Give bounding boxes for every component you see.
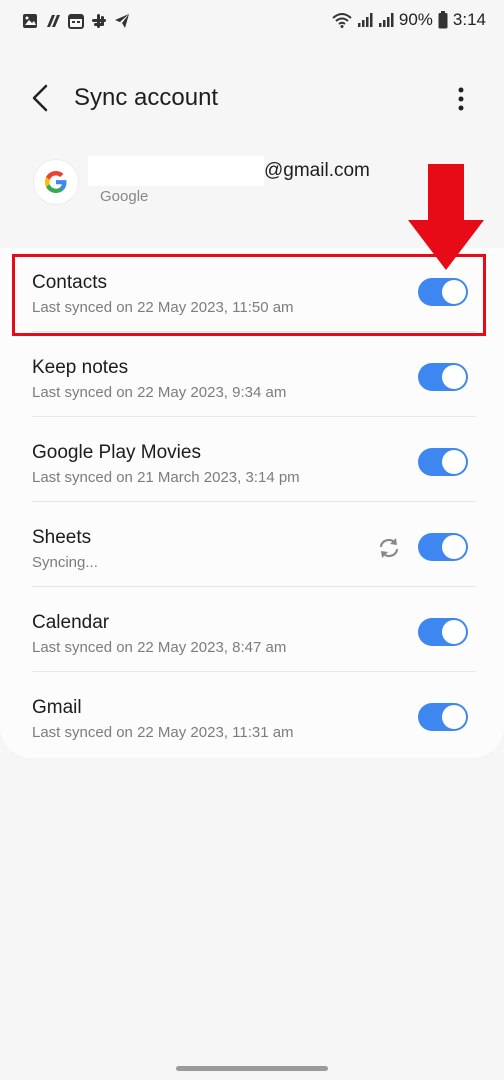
sync-item-gmail[interactable]: Gmail Last synced on 22 May 2023, 11:31 … [0, 673, 504, 757]
signal-icon-2 [378, 12, 394, 28]
clock: 3:14 [452, 10, 486, 29]
sync-item-keep-notes[interactable]: Keep notes Last synced on 22 May 2023, 9… [0, 333, 504, 417]
more-vert-icon [458, 87, 464, 111]
telegram-icon [114, 13, 130, 29]
status-bar: 90% 3:14 [0, 0, 504, 46]
syncing-icon [376, 535, 402, 561]
sync-item-status: Last synced on 22 May 2023, 9:34 am [32, 384, 287, 401]
redacted-email-local-part [88, 156, 264, 186]
calendar-icon [68, 13, 84, 29]
sync-item-name: Keep notes [32, 357, 129, 378]
annotation-arrow-icon [408, 164, 484, 270]
sync-item-sheets[interactable]: Sheets Syncing... [0, 503, 504, 587]
back-arrow-icon [32, 84, 48, 112]
google-play-movies-sync-toggle[interactable] [418, 448, 468, 476]
account-email: @gmail.com [264, 160, 370, 181]
toggle-knob [442, 365, 466, 389]
sync-item-calendar[interactable]: Calendar Last synced on 22 May 2023, 8:4… [0, 588, 504, 672]
toggle-knob [442, 450, 466, 474]
keep-notes-sync-toggle[interactable] [418, 363, 468, 391]
calendar-sync-toggle[interactable] [418, 618, 468, 646]
sync-item-name: Sheets [32, 527, 92, 548]
sync-item-name: Calendar [32, 612, 110, 633]
gallery-icon [22, 13, 38, 29]
wifi-icon [332, 12, 352, 28]
app-icon [45, 13, 61, 29]
divider [32, 501, 476, 502]
sync-item-google-play-movies[interactable]: Google Play Movies Last synced on 21 Mar… [0, 418, 504, 502]
toggle-knob [442, 620, 466, 644]
sync-item-name: Google Play Movies [32, 442, 201, 463]
divider [32, 671, 476, 672]
app-bar: Sync account [0, 70, 504, 130]
sync-item-status: Syncing... [32, 554, 98, 571]
system-status: 90% 3:14 [332, 10, 486, 30]
toggle-knob [442, 535, 466, 559]
battery-icon [438, 11, 448, 29]
page-title: Sync account [74, 84, 219, 111]
slack-icon [91, 13, 107, 29]
divider [32, 586, 476, 587]
divider [32, 416, 476, 417]
battery-percent: 90% [398, 10, 433, 29]
toggle-knob [442, 705, 466, 729]
google-logo-icon [34, 160, 78, 204]
sync-item-status: Last synced on 22 May 2023, 8:47 am [32, 639, 287, 656]
account-provider: Google [100, 188, 149, 205]
gmail-sync-toggle[interactable] [418, 703, 468, 731]
sync-item-status: Last synced on 22 May 2023, 11:31 am [32, 724, 294, 741]
sheets-sync-toggle[interactable] [418, 533, 468, 561]
signal-icon [357, 12, 373, 28]
more-options-button[interactable] [444, 82, 478, 116]
sync-item-status: Last synced on 21 March 2023, 3:14 pm [32, 469, 300, 486]
notification-icons [22, 13, 130, 29]
sync-item-name: Gmail [32, 697, 82, 718]
back-button[interactable] [26, 82, 58, 114]
home-indicator[interactable] [176, 1066, 328, 1071]
